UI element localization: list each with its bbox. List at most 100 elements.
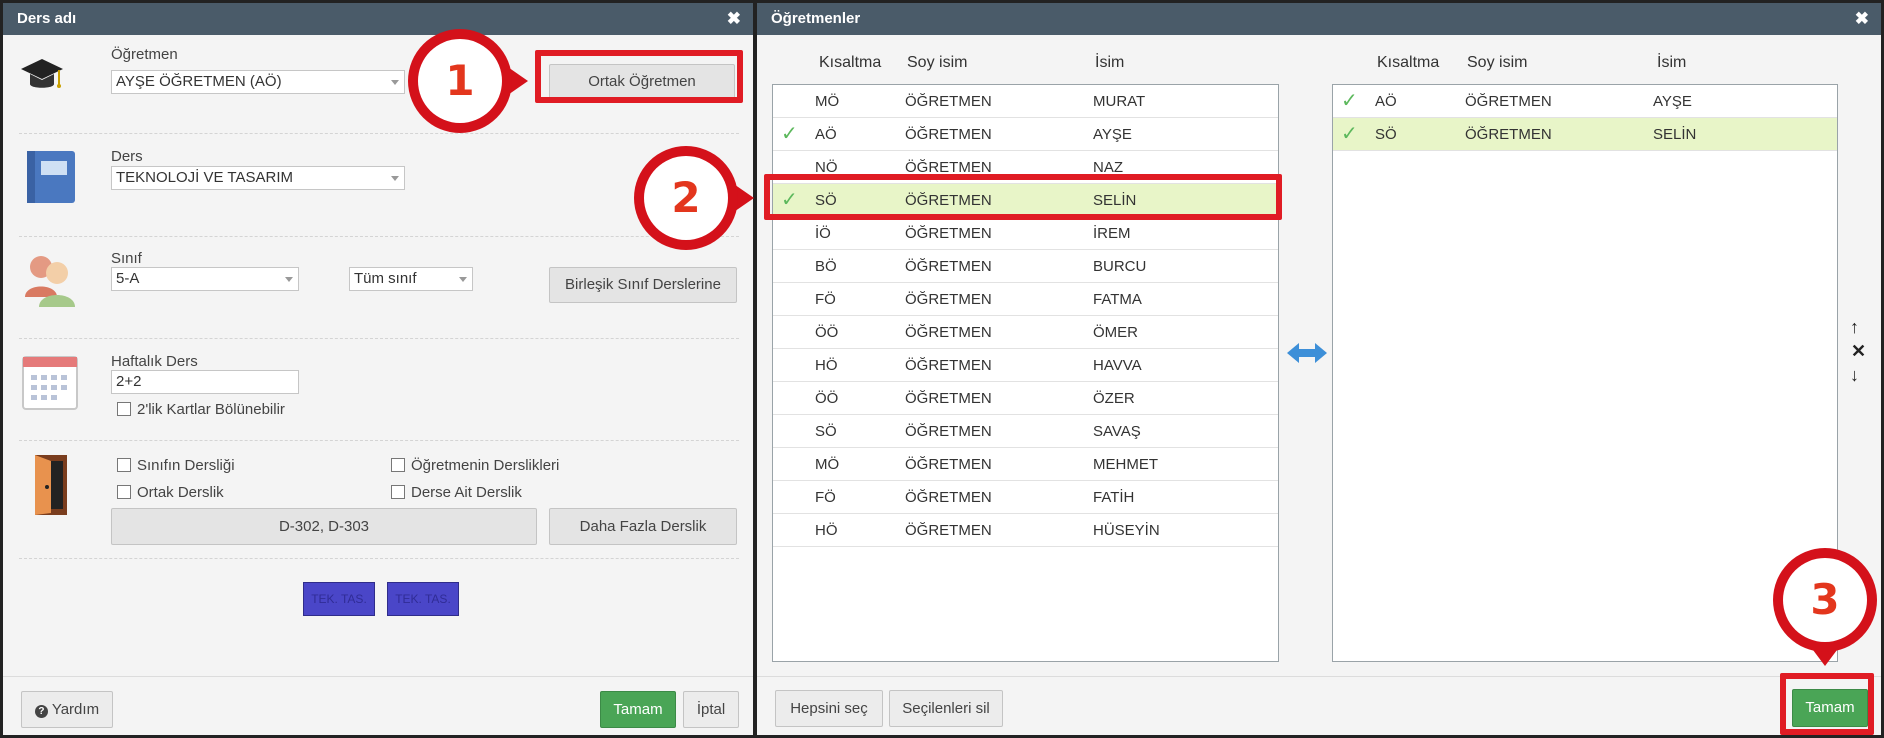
room-lesson-checkbox[interactable] xyxy=(391,485,405,499)
table-row[interactable]: MÖ ÖĞRETMEN MEHMET xyxy=(773,448,1278,481)
step-number: 1 xyxy=(418,39,502,123)
group-select[interactable]: Tüm sınıf xyxy=(349,267,473,291)
selected-teachers-list[interactable]: ✓ AÖ ÖĞRETMEN AYŞE ✓ SÖ ÖĞRETMEN SELİN xyxy=(1332,84,1838,662)
cell-surname: ÖĞRETMEN xyxy=(905,225,992,242)
close-icon[interactable]: ✖ xyxy=(1855,3,1869,35)
table-row[interactable]: HÖ ÖĞRETMEN HAVVA xyxy=(773,349,1278,382)
question-circle-icon: ? xyxy=(34,705,48,718)
room-class-label: Sınıfın Dersliği xyxy=(137,457,235,474)
more-rooms-button[interactable]: Daha Fazla Derslik xyxy=(549,508,737,545)
close-icon[interactable]: ✖ xyxy=(727,3,741,35)
column-header-name[interactable]: İsim xyxy=(1657,54,1686,72)
table-row[interactable]: HÖ ÖĞRETMEN HÜSEYİN xyxy=(773,514,1278,547)
cell-surname: ÖĞRETMEN xyxy=(905,357,992,374)
class-select[interactable]: 5-A xyxy=(111,267,299,291)
book-icon xyxy=(25,149,77,205)
cell-surname: ÖĞRETMEN xyxy=(905,522,992,539)
rooms-button[interactable]: D-302, D-303 xyxy=(111,508,537,545)
column-header-name[interactable]: İsim xyxy=(1095,54,1124,72)
table-row[interactable]: ÖÖ ÖĞRETMEN ÖZER xyxy=(773,382,1278,415)
table-row[interactable]: ÖÖ ÖĞRETMEN ÖMER xyxy=(773,316,1278,349)
cell-abbr: İÖ xyxy=(815,225,831,242)
cell-surname: ÖĞRETMEN xyxy=(1465,126,1552,143)
move-up-icon[interactable]: ↑ xyxy=(1850,317,1859,338)
cell-abbr: HÖ xyxy=(815,522,838,539)
cell-name: HAVVA xyxy=(1093,357,1142,374)
column-header-abbr[interactable]: Kısaltma xyxy=(1377,54,1439,72)
cell-surname: ÖĞRETMEN xyxy=(905,390,992,407)
chevron-down-icon xyxy=(459,277,467,282)
room-common-checkbox-row[interactable]: Ortak Derslik xyxy=(117,484,224,501)
cell-surname: ÖĞRETMEN xyxy=(905,324,992,341)
room-common-checkbox[interactable] xyxy=(117,485,131,499)
column-header-surname[interactable]: Soy isim xyxy=(1467,54,1527,72)
chevron-down-icon xyxy=(285,277,293,282)
lesson-dialog-title: Ders adı xyxy=(17,10,77,27)
door-icon xyxy=(25,453,75,517)
class-select-value: 5-A xyxy=(116,270,140,287)
highlight-box-2 xyxy=(764,174,1282,220)
cell-surname: ÖĞRETMEN xyxy=(905,126,992,143)
cell-abbr: AÖ xyxy=(815,126,837,143)
table-row[interactable]: SÖ ÖĞRETMEN SAVAŞ xyxy=(773,415,1278,448)
room-class-checkbox-row[interactable]: Sınıfın Dersliği xyxy=(117,457,235,474)
cell-name: MURAT xyxy=(1093,93,1146,110)
table-row[interactable]: BÖ ÖĞRETMEN BURCU xyxy=(773,250,1278,283)
lesson-card[interactable]: TEK. TAS. xyxy=(303,582,375,616)
split-cards-checkbox-row[interactable]: 2'lik Kartlar Bölünebilir xyxy=(117,401,285,418)
room-teacher-checkbox-row[interactable]: Öğretmenin Derslikleri xyxy=(391,457,559,474)
cell-name: AYŞE xyxy=(1093,126,1132,143)
table-row[interactable]: FÖ ÖĞRETMEN FATMA xyxy=(773,283,1278,316)
cell-surname: ÖĞRETMEN xyxy=(905,456,992,473)
cell-surname: ÖĞRETMEN xyxy=(905,258,992,275)
class-label: Sınıf xyxy=(111,250,142,267)
teacher-select[interactable]: AYŞE ÖĞRETMEN (AÖ) xyxy=(111,70,405,94)
split-cards-checkbox[interactable] xyxy=(117,402,131,416)
step-marker-3: 3 xyxy=(1773,548,1877,666)
cell-abbr: AÖ xyxy=(1375,93,1397,110)
table-row[interactable]: ✓ AÖ ÖĞRETMEN AYŞE xyxy=(773,118,1278,151)
check-icon: ✓ xyxy=(781,123,798,145)
cell-abbr: HÖ xyxy=(815,357,838,374)
table-row[interactable]: FÖ ÖĞRETMEN FATİH xyxy=(773,481,1278,514)
remove-icon[interactable]: ✕ xyxy=(1851,341,1866,362)
cell-abbr: SÖ xyxy=(1375,126,1397,143)
swap-arrows-icon[interactable] xyxy=(1285,340,1329,366)
room-lesson-checkbox-row[interactable]: Derse Ait Derslik xyxy=(391,484,522,501)
room-class-checkbox[interactable] xyxy=(117,458,131,472)
table-row[interactable]: ✓ AÖ ÖĞRETMEN AYŞE xyxy=(1333,85,1837,118)
cell-abbr: ÖÖ xyxy=(815,324,839,341)
teacher-label: Öğretmen xyxy=(111,46,178,63)
select-all-button[interactable]: Hepsini seç xyxy=(775,690,883,727)
column-header-surname[interactable]: Soy isim xyxy=(907,54,967,72)
lesson-card[interactable]: TEK. TAS. xyxy=(387,582,459,616)
table-row[interactable]: ✓ SÖ ÖĞRETMEN SELİN xyxy=(1333,118,1837,151)
step-number: 2 xyxy=(644,156,728,240)
joint-class-lessons-button[interactable]: Birleşik Sınıf Derslerine xyxy=(549,267,737,303)
cell-name: HÜSEYİN xyxy=(1093,522,1160,539)
cell-surname: ÖĞRETMEN xyxy=(905,423,992,440)
all-teachers-list[interactable]: MÖ ÖĞRETMEN MURAT ✓ AÖ ÖĞRETMEN AYŞE NÖ ÖĞRETMEN… xyxy=(772,84,1279,662)
delete-selected-button[interactable]: Seçilenleri sil xyxy=(889,690,1003,727)
divider xyxy=(19,338,739,339)
column-header-abbr[interactable]: Kısaltma xyxy=(819,54,881,72)
ok-button[interactable]: Tamam xyxy=(600,691,676,728)
help-button[interactable]: ? Yardım xyxy=(21,691,113,728)
room-teacher-checkbox[interactable] xyxy=(391,458,405,472)
weekly-lessons-input[interactable]: 2+2 xyxy=(111,370,299,394)
cell-abbr: ÖÖ xyxy=(815,390,839,407)
help-button-label: Yardım xyxy=(51,701,100,718)
table-row[interactable]: İÖ ÖĞRETMEN İREM xyxy=(773,217,1278,250)
table-row[interactable]: MÖ ÖĞRETMEN MURAT xyxy=(773,85,1278,118)
cell-name: FATİH xyxy=(1093,489,1135,506)
cell-abbr: MÖ xyxy=(815,93,840,110)
lesson-dialog-titlebar: Ders adı ✖ xyxy=(3,3,753,35)
cell-name: BURCU xyxy=(1093,258,1147,275)
check-icon: ✓ xyxy=(1341,90,1358,112)
cell-abbr: FÖ xyxy=(815,489,836,506)
cancel-button[interactable]: İptal xyxy=(683,691,739,728)
cell-name: SAVAŞ xyxy=(1093,423,1141,440)
lesson-select[interactable]: TEKNOLOJİ VE TASARIM xyxy=(111,166,405,190)
move-down-icon[interactable]: ↓ xyxy=(1850,365,1859,386)
chevron-down-icon xyxy=(391,80,399,85)
